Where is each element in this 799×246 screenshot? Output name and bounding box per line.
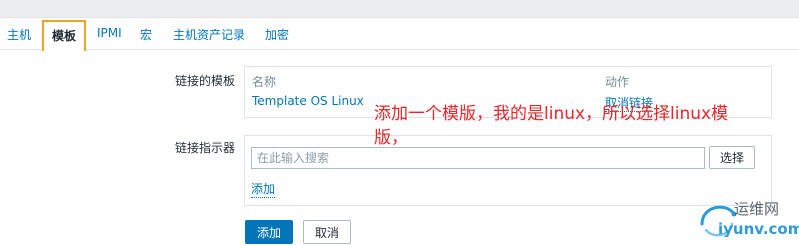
tab-bar: 主机 模板 IPMI 宏 主机资产记录 加密	[0, 18, 799, 51]
template-link[interactable]: Template OS Linux	[252, 94, 364, 108]
column-header-name: 名称	[252, 75, 277, 89]
linked-templates-label: 链接的模板	[174, 74, 235, 88]
tab-macros[interactable]: 宏	[140, 26, 152, 43]
watermark-domain: iyunv.com	[718, 220, 799, 238]
add-link[interactable]: 添加	[251, 180, 276, 198]
link-indicator-label: 链接指示器	[174, 141, 235, 155]
add-button[interactable]: 添加	[245, 220, 293, 244]
tab-templates[interactable]: 模板	[42, 20, 87, 51]
tab-encryption[interactable]: 加密	[265, 26, 289, 43]
annotation-line-2: 版，	[374, 128, 408, 148]
tab-ipmi[interactable]: IPMI	[97, 26, 122, 40]
column-header-action: 动作	[605, 75, 630, 89]
tab-host[interactable]: 主机	[7, 26, 31, 43]
annotation-text: 添加一个模版，我的是linux，所以选择linux模 版，	[374, 102, 728, 150]
top-bar	[0, 0, 799, 18]
template-search-input[interactable]	[251, 147, 705, 169]
watermark-text: 运维网	[734, 200, 780, 218]
watermark-logo: 运维网 iyunv.com	[690, 190, 799, 246]
cancel-button[interactable]: 取消	[303, 220, 351, 244]
tab-inventory[interactable]: 主机资产记录	[173, 26, 245, 43]
annotation-line-1: 添加一个模版，我的是linux，所以选择linux模	[374, 104, 729, 124]
